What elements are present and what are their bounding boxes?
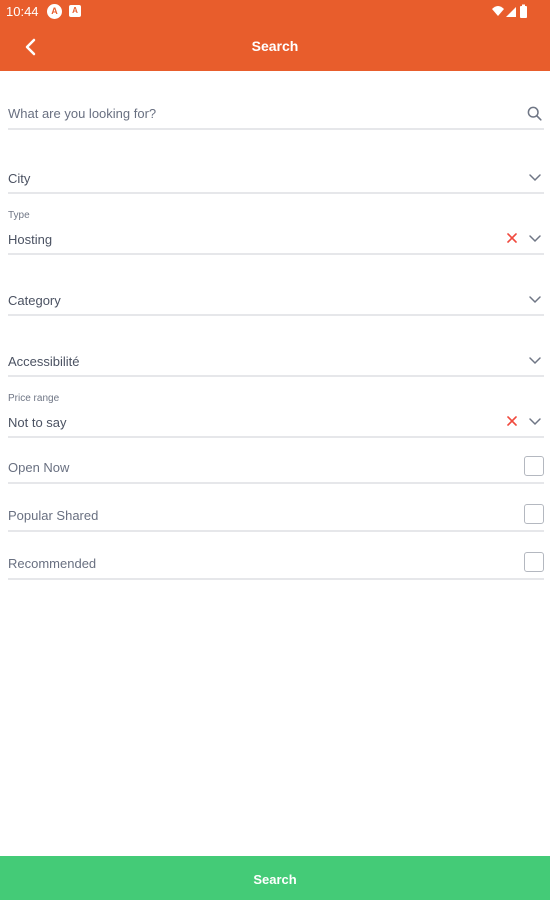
page-title: Search [251,38,299,54]
app-notification-icon: A [47,4,62,19]
recommended-filter[interactable]: Recommended [8,550,544,580]
popular-shared-filter[interactable]: Popular Shared [8,502,544,532]
city-select[interactable]: City [8,159,544,194]
open-now-filter[interactable]: Open Now [8,454,544,484]
popular-shared-checkbox[interactable] [524,504,544,524]
clear-type-icon[interactable] [506,232,518,244]
city-select-placeholder: City [8,171,31,186]
category-select-placeholder: Category [8,293,61,308]
app-bar: Search [0,24,550,71]
app-badge-icon: A [69,5,81,17]
type-select[interactable]: Type Hosting [8,208,544,255]
open-now-checkbox[interactable] [524,456,544,476]
chevron-down-icon [529,174,541,182]
price-range-value: Not to say [8,415,67,430]
chevron-down-icon [529,235,541,243]
search-input-placeholder: What are you looking for? [8,106,157,121]
recommended-label: Recommended [8,556,97,571]
popular-shared-label: Popular Shared [8,508,99,523]
accessibility-select[interactable]: Accessibilité [8,342,544,377]
search-button[interactable]: Search [0,856,550,900]
accessibility-select-placeholder: Accessibilité [8,354,80,369]
chevron-down-icon [529,418,541,426]
search-input[interactable]: What are you looking for? [8,95,544,130]
battery-icon [520,6,527,18]
clear-price-range-icon[interactable] [506,415,518,427]
chevron-down-icon [529,357,541,365]
status-time: 10:44 [6,4,39,19]
price-range-select[interactable]: Price range Not to say [8,391,544,438]
price-range-label: Price range [8,393,60,404]
status-bar: 10:44 A A [0,0,550,24]
type-value: Hosting [8,232,53,247]
wifi-icon [492,6,504,16]
category-select[interactable]: Category [8,281,544,316]
search-icon[interactable] [527,106,542,121]
open-now-label: Open Now [8,460,70,475]
signal-icon [506,7,516,17]
status-indicators [492,4,527,18]
type-label: Type [8,210,30,221]
recommended-checkbox[interactable] [524,552,544,572]
chevron-down-icon [529,296,541,304]
